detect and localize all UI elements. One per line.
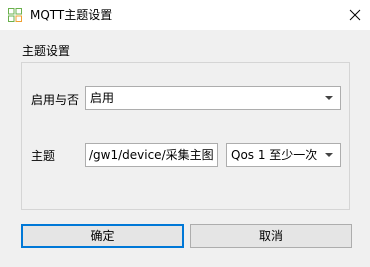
cancel-button[interactable]: 取消 — [190, 224, 352, 248]
close-icon — [340, 9, 370, 33]
dialog-window: MQTT主题设置 主题设置 启用与否 启用 主题 /gw1/device/采集主… — [0, 0, 370, 267]
chevron-down-icon — [325, 153, 333, 157]
enable-select-value: 启用 — [90, 91, 115, 105]
enable-label: 启用与否 — [31, 93, 80, 107]
ok-button[interactable]: 确定 — [21, 224, 184, 248]
chevron-down-icon — [325, 96, 333, 100]
topic-input[interactable]: /gw1/device/采集主图 — [85, 143, 218, 167]
group-title: 主题设置 — [22, 44, 71, 58]
enable-select[interactable]: 启用 — [85, 86, 341, 110]
qos-select[interactable]: Qos 1 至少一次 — [226, 143, 341, 167]
title-bar: MQTT主题设置 — [0, 0, 370, 30]
close-button[interactable] — [340, 0, 370, 30]
qos-select-value: Qos 1 至少一次 — [231, 148, 318, 162]
settings-group-box — [21, 62, 350, 210]
topic-label: 主题 — [31, 149, 56, 163]
grid-logo-icon — [8, 8, 22, 22]
window-title: MQTT主题设置 — [30, 8, 113, 22]
